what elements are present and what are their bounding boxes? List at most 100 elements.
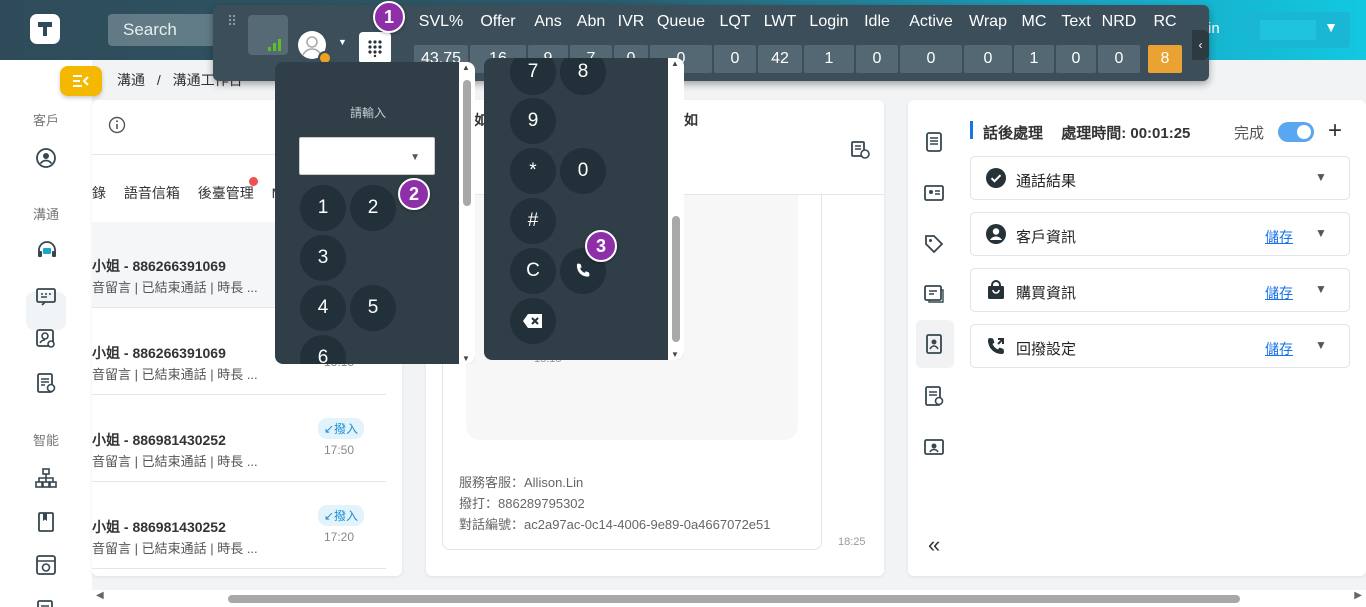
key-star[interactable]: * [510, 148, 556, 194]
dialpad-input-label: 請輸入 [350, 106, 387, 120]
chevron-down-icon[interactable]: ▼ [1315, 338, 1327, 352]
user-circle-icon[interactable] [34, 146, 58, 170]
tag-icon[interactable] [922, 232, 946, 256]
document-settings-icon[interactable] [922, 384, 946, 408]
scrollbar-thumb[interactable] [672, 216, 680, 342]
check-circle-icon [985, 167, 1007, 189]
save-link[interactable]: 儲存 [1265, 227, 1293, 247]
stat-rc: RC 8 [1148, 11, 1182, 73]
section-purchase-info[interactable]: 購買資訊 儲存 ▼ [970, 268, 1350, 312]
collapse-panel-button[interactable]: « [928, 532, 940, 558]
headset-icon[interactable] [35, 239, 59, 263]
dialpad-button[interactable] [359, 32, 391, 64]
key-9[interactable]: 9 [510, 98, 556, 144]
conversation-id-line: 對話編號：ac2a97ac-0c14-4006-9e89-0a4667072e5… [459, 517, 771, 532]
scroll-up-icon[interactable]: ▲ [462, 63, 470, 72]
list-item-title: 小姐 - 886266391069 [92, 258, 226, 274]
breadcrumb-root[interactable]: 溝通 [117, 72, 145, 88]
dialpad-number-select[interactable]: ▼ [299, 137, 435, 175]
chevron-left-icon: ‹ [1198, 38, 1203, 52]
tab-record[interactable]: 錄 [92, 185, 106, 201]
save-link[interactable]: 儲存 [1265, 283, 1293, 303]
done-label: 完成 [1234, 125, 1265, 142]
key-0[interactable]: 0 [560, 148, 606, 194]
chevron-down-icon[interactable]: ▼ [1315, 282, 1327, 296]
chevron-down-icon[interactable]: ▼ [338, 37, 347, 47]
browser-gear-icon[interactable] [34, 553, 58, 577]
save-link[interactable]: 儲存 [1265, 339, 1293, 359]
scroll-down-icon[interactable]: ▼ [671, 350, 679, 359]
signal-bars-icon [268, 39, 281, 51]
chevron-down-icon: ▼ [1324, 19, 1338, 35]
annotation-marker-1: 1 [373, 1, 405, 33]
list-item-time: 17:20 [324, 530, 355, 544]
list-item[interactable]: ↙撥入 17:20 小姐 - 886981430252 音留言 | 已結束通話 … [92, 483, 386, 569]
chat-header-fragment: 如 [684, 112, 698, 128]
stat-nrd: NRD 0 [1098, 11, 1140, 73]
backspace-button[interactable] [510, 298, 556, 344]
dialpad-scrollbar[interactable]: ▲ ▼ [668, 58, 684, 360]
scroll-down-icon[interactable]: ▼ [462, 354, 470, 363]
key-2[interactable]: 2 [350, 185, 396, 231]
app-logo-icon[interactable] [30, 14, 60, 44]
chat-time: 18:25 [838, 536, 866, 548]
document-settings-icon[interactable] [34, 371, 58, 395]
tab-voicemail[interactable]: 語音信箱 [124, 185, 180, 201]
done-toggle[interactable] [1278, 122, 1314, 142]
scrollbar-thumb[interactable] [463, 80, 471, 206]
processing-time-label: 處理時間: [1061, 125, 1127, 142]
key-hash[interactable]: # [510, 198, 556, 244]
scroll-right-icon[interactable]: ▶ [1354, 590, 1362, 601]
org-chart-icon[interactable] [34, 466, 58, 490]
add-button[interactable]: + [1328, 117, 1342, 145]
monitor-user-icon[interactable] [922, 435, 946, 459]
key-1[interactable]: 1 [300, 185, 346, 231]
info-icon[interactable] [108, 116, 126, 134]
document-user-icon[interactable] [922, 332, 946, 356]
tab-backend[interactable]: 後臺管理 [198, 185, 254, 201]
scroll-left-icon[interactable]: ◀ [96, 590, 104, 601]
key-7[interactable]: 7 [510, 58, 556, 95]
scrollbar-thumb[interactable] [228, 595, 1240, 603]
user-dropdown[interactable]: ▼ [1246, 12, 1350, 48]
stat-lqt: LQT 0 [714, 11, 756, 73]
chat-monitor-icon[interactable] [34, 285, 58, 309]
horizontal-scrollbar[interactable]: ◀ ▶ [92, 590, 1366, 607]
stat-active: Active 0 [900, 11, 962, 73]
key-5[interactable]: 5 [350, 285, 396, 331]
chevron-down-icon[interactable]: ▼ [1315, 170, 1327, 184]
section-call-result[interactable]: 通話結果 ▼ [970, 156, 1350, 200]
dialpad-icon [368, 40, 382, 57]
user-search-icon[interactable] [34, 327, 58, 351]
account-circle-icon [985, 223, 1007, 245]
key-8[interactable]: 8 [560, 58, 606, 95]
key-4[interactable]: 4 [300, 285, 346, 331]
book-icon[interactable] [34, 510, 58, 534]
chat-info: 服務客服：Allison.Lin 撥打：886289795302 對話編號：ac… [459, 472, 771, 535]
annotation-marker-3: 3 [585, 230, 617, 262]
stats-collapse-button[interactable]: ‹ [1192, 30, 1209, 60]
key-3[interactable]: 3 [300, 235, 346, 281]
breadcrumb-separator: / [156, 72, 161, 88]
chat-monitor-icon[interactable] [922, 282, 946, 306]
inbound-badge: ↙撥入 [318, 505, 365, 526]
file-icon[interactable] [34, 598, 58, 607]
section-customer-info[interactable]: 客戶資訊 儲存 ▼ [970, 212, 1350, 256]
key-6[interactable]: 6 [300, 335, 346, 364]
id-card-icon[interactable] [922, 181, 946, 205]
dialpad-panel-1: 請輸入 ▼ 1 2 3 4 5 6 ▲ ▼ [275, 62, 475, 364]
notes-icon[interactable] [922, 130, 946, 154]
drag-handle-icon[interactable]: ⠿ [227, 13, 238, 30]
sidebar-toggle-button[interactable] [60, 66, 102, 96]
sidebar: 客戶 溝通 智能 [0, 60, 92, 607]
transfer-icon[interactable] [850, 140, 870, 160]
scroll-up-icon[interactable]: ▲ [671, 59, 679, 68]
list-item[interactable]: ↙撥入 17:50 小姐 - 886981430252 音留言 | 已結束通話 … [92, 396, 386, 482]
search-input[interactable] [108, 14, 218, 46]
section-callback-settings[interactable]: 回撥設定 儲存 ▼ [970, 324, 1350, 368]
key-clear[interactable]: C [510, 248, 556, 294]
dialpad-scrollbar[interactable]: ▲ ▼ [459, 62, 475, 364]
list-item-subtitle: 音留言 | 已結束通話 | 時長 ... [92, 541, 258, 556]
agent-avatar[interactable] [298, 31, 332, 65]
chevron-down-icon[interactable]: ▼ [1315, 226, 1327, 240]
